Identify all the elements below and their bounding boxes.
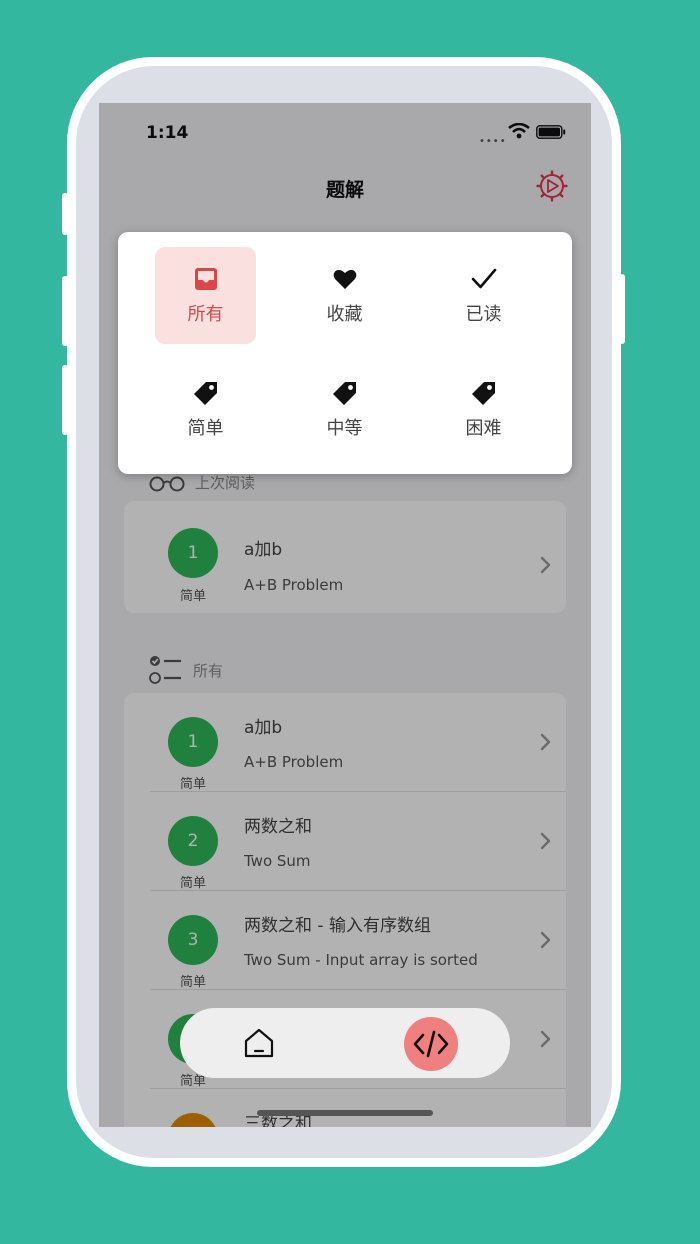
tab-code[interactable] bbox=[404, 1017, 458, 1071]
side-button-volume-up bbox=[62, 276, 69, 346]
tab-bar bbox=[180, 1008, 510, 1078]
filter-option-hard[interactable]: 困难 bbox=[433, 361, 534, 458]
tag-icon bbox=[471, 381, 495, 405]
filter-option-easy[interactable]: 简单 bbox=[155, 361, 256, 458]
side-button-volume-down bbox=[62, 365, 69, 435]
app-screen: 1:14 •••• 题解 上次阅读 1 简单 a加b A+B Problem 所… bbox=[99, 103, 591, 1127]
filter-popup: 所有 收藏 已读 简单 中等 困难 bbox=[118, 232, 572, 474]
filter-option-favorites[interactable]: 收藏 bbox=[294, 247, 395, 344]
home-indicator bbox=[257, 1110, 433, 1116]
checkmark-icon bbox=[471, 268, 496, 288]
tab-home-icon[interactable] bbox=[242, 1026, 276, 1060]
filter-option-label: 所有 bbox=[187, 303, 224, 325]
filter-option-read[interactable]: 已读 bbox=[433, 247, 534, 344]
filter-option-label: 已读 bbox=[465, 303, 502, 325]
tag-icon bbox=[332, 381, 356, 405]
inbox-icon bbox=[194, 267, 217, 290]
side-button-power bbox=[619, 274, 625, 344]
side-button-mute bbox=[62, 193, 69, 235]
filter-option-all[interactable]: 所有 bbox=[155, 247, 256, 344]
filter-option-label: 简单 bbox=[187, 417, 224, 439]
heart-icon bbox=[333, 269, 356, 289]
filter-option-label: 困难 bbox=[465, 417, 502, 439]
filter-option-medium[interactable]: 中等 bbox=[294, 361, 395, 458]
tag-icon bbox=[193, 381, 217, 405]
code-icon bbox=[413, 1030, 449, 1058]
filter-option-label: 收藏 bbox=[326, 303, 363, 325]
filter-option-label: 中等 bbox=[326, 417, 363, 439]
